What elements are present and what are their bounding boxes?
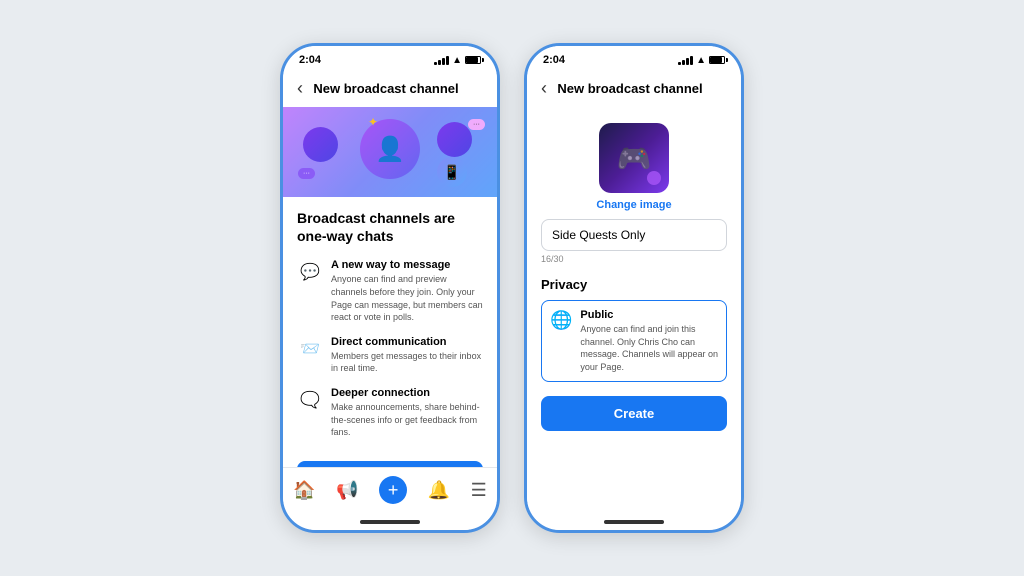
feature-text-3: Deeper connection Make announcements, sh…: [331, 387, 483, 439]
channel-image-section: 🎮 Change image: [527, 107, 741, 219]
feature-item-2: 📨 Direct communication Members get messa…: [297, 336, 483, 375]
home-indicator-1: [283, 514, 497, 530]
privacy-option-content: Public Anyone can find and join this cha…: [580, 309, 718, 373]
bar1: [434, 62, 437, 65]
bar3: [442, 58, 445, 65]
message-icon: 💬: [297, 259, 323, 285]
phone-content-1: 👤 ✦ ··· ··· 📱 Broadcast channels are one…: [283, 107, 497, 467]
content-section-1: Broadcast channels are one-way chats 💬 A…: [283, 197, 497, 467]
hero-circle-right: [437, 122, 472, 157]
feature-desc-2: Members get messages to their inbox in r…: [331, 350, 483, 375]
home-indicator-2: [527, 514, 741, 530]
nav-title-1: New broadcast channel: [303, 81, 469, 96]
sparkle-icon: ✦: [368, 115, 378, 129]
feature-item-3: 🗨️ Deeper connection Make announcements,…: [297, 387, 483, 439]
inbox-icon: 📨: [297, 336, 323, 362]
feature-desc-3: Make announcements, share behind-the-sce…: [331, 401, 483, 439]
bar1b: [678, 62, 681, 65]
privacy-section: Privacy 🌐 Public Anyone can find and joi…: [527, 267, 741, 382]
status-icons-2: ▲: [678, 55, 725, 66]
bubble-1: ···: [298, 168, 315, 179]
privacy-option-title: Public: [580, 309, 718, 321]
status-bar-2: 2:04 ▲: [527, 46, 741, 70]
create-button[interactable]: Create: [541, 396, 727, 431]
hero-circle-left: [303, 127, 338, 162]
nav-bell[interactable]: 🔔: [428, 480, 450, 501]
signal-bars-1: [434, 56, 449, 65]
privacy-option-desc: Anyone can find and join this channel. O…: [580, 323, 718, 373]
hero-image: 👤 ✦ ··· ··· 📱: [283, 107, 497, 197]
home-bar-1: [360, 520, 420, 524]
nav-menu[interactable]: ☰: [471, 480, 487, 501]
phones-container: 2:04 ▲ ‹ New broadcast channel: [280, 43, 744, 533]
battery-icon-2: [709, 56, 725, 64]
phone-icon-wrap: 📱: [437, 157, 467, 187]
time-2: 2:04: [543, 54, 565, 66]
bar4: [446, 56, 449, 65]
nav-home[interactable]: 🏠: [293, 480, 315, 501]
signal-bars-2: [678, 56, 693, 65]
channel-thumbnail: 🎮: [599, 123, 669, 193]
globe-icon: 🌐: [550, 310, 572, 331]
feature-title-2: Direct communication: [331, 336, 483, 348]
time-1: 2:04: [299, 54, 321, 66]
gamer-silhouette-icon: 🎮: [617, 142, 652, 175]
connection-icon: 🗨️: [297, 387, 323, 413]
status-bar-1: 2:04 ▲: [283, 46, 497, 70]
bar2b: [682, 60, 685, 65]
wifi-icon-2: ▲: [696, 55, 706, 66]
change-image-link[interactable]: Change image: [596, 199, 671, 211]
feature-text-2: Direct communication Members get message…: [331, 336, 483, 375]
privacy-option-public[interactable]: 🌐 Public Anyone can find and join this c…: [541, 300, 727, 382]
privacy-title: Privacy: [541, 277, 727, 292]
channel-name-input[interactable]: [541, 219, 727, 251]
glow-dot: [647, 171, 661, 185]
feature-desc-1: Anyone can find and preview channels bef…: [331, 273, 483, 323]
nav-broadcast[interactable]: 📢: [336, 480, 358, 501]
feature-title-3: Deeper connection: [331, 387, 483, 399]
person-icon: 👤: [375, 135, 405, 164]
phone-2: 2:04 ▲ ‹ New broadcast channel: [524, 43, 744, 533]
nav-add-button[interactable]: +: [379, 476, 407, 504]
hero-circles: 👤 ✦ ··· ··· 📱: [283, 107, 497, 197]
feature-title-1: A new way to message: [331, 259, 483, 271]
feature-text-1: A new way to message Anyone can find and…: [331, 259, 483, 323]
feature-item-1: 💬 A new way to message Anyone can find a…: [297, 259, 483, 323]
bar4b: [690, 56, 693, 65]
battery-icon-1: [465, 56, 481, 64]
bubble-2: ···: [468, 119, 485, 130]
nav-bar-1: ‹ New broadcast channel: [283, 70, 497, 107]
phone-content-2: 🎮 Change image 16/30 Privacy 🌐 Public An…: [527, 107, 741, 514]
char-count: 16/30: [527, 251, 741, 267]
status-icons-1: ▲: [434, 55, 481, 66]
main-heading: Broadcast channels are one-way chats: [297, 209, 483, 245]
nav-bar-2: ‹ New broadcast channel: [527, 70, 741, 107]
phone-1: 2:04 ▲ ‹ New broadcast channel: [280, 43, 500, 533]
home-bar-2: [604, 520, 664, 524]
bar3b: [686, 58, 689, 65]
nav-title-2: New broadcast channel: [547, 81, 713, 96]
bottom-nav-1: 🏠 📢 + 🔔 ☰: [283, 467, 497, 514]
bar2: [438, 60, 441, 65]
wifi-icon-1: ▲: [452, 55, 462, 66]
